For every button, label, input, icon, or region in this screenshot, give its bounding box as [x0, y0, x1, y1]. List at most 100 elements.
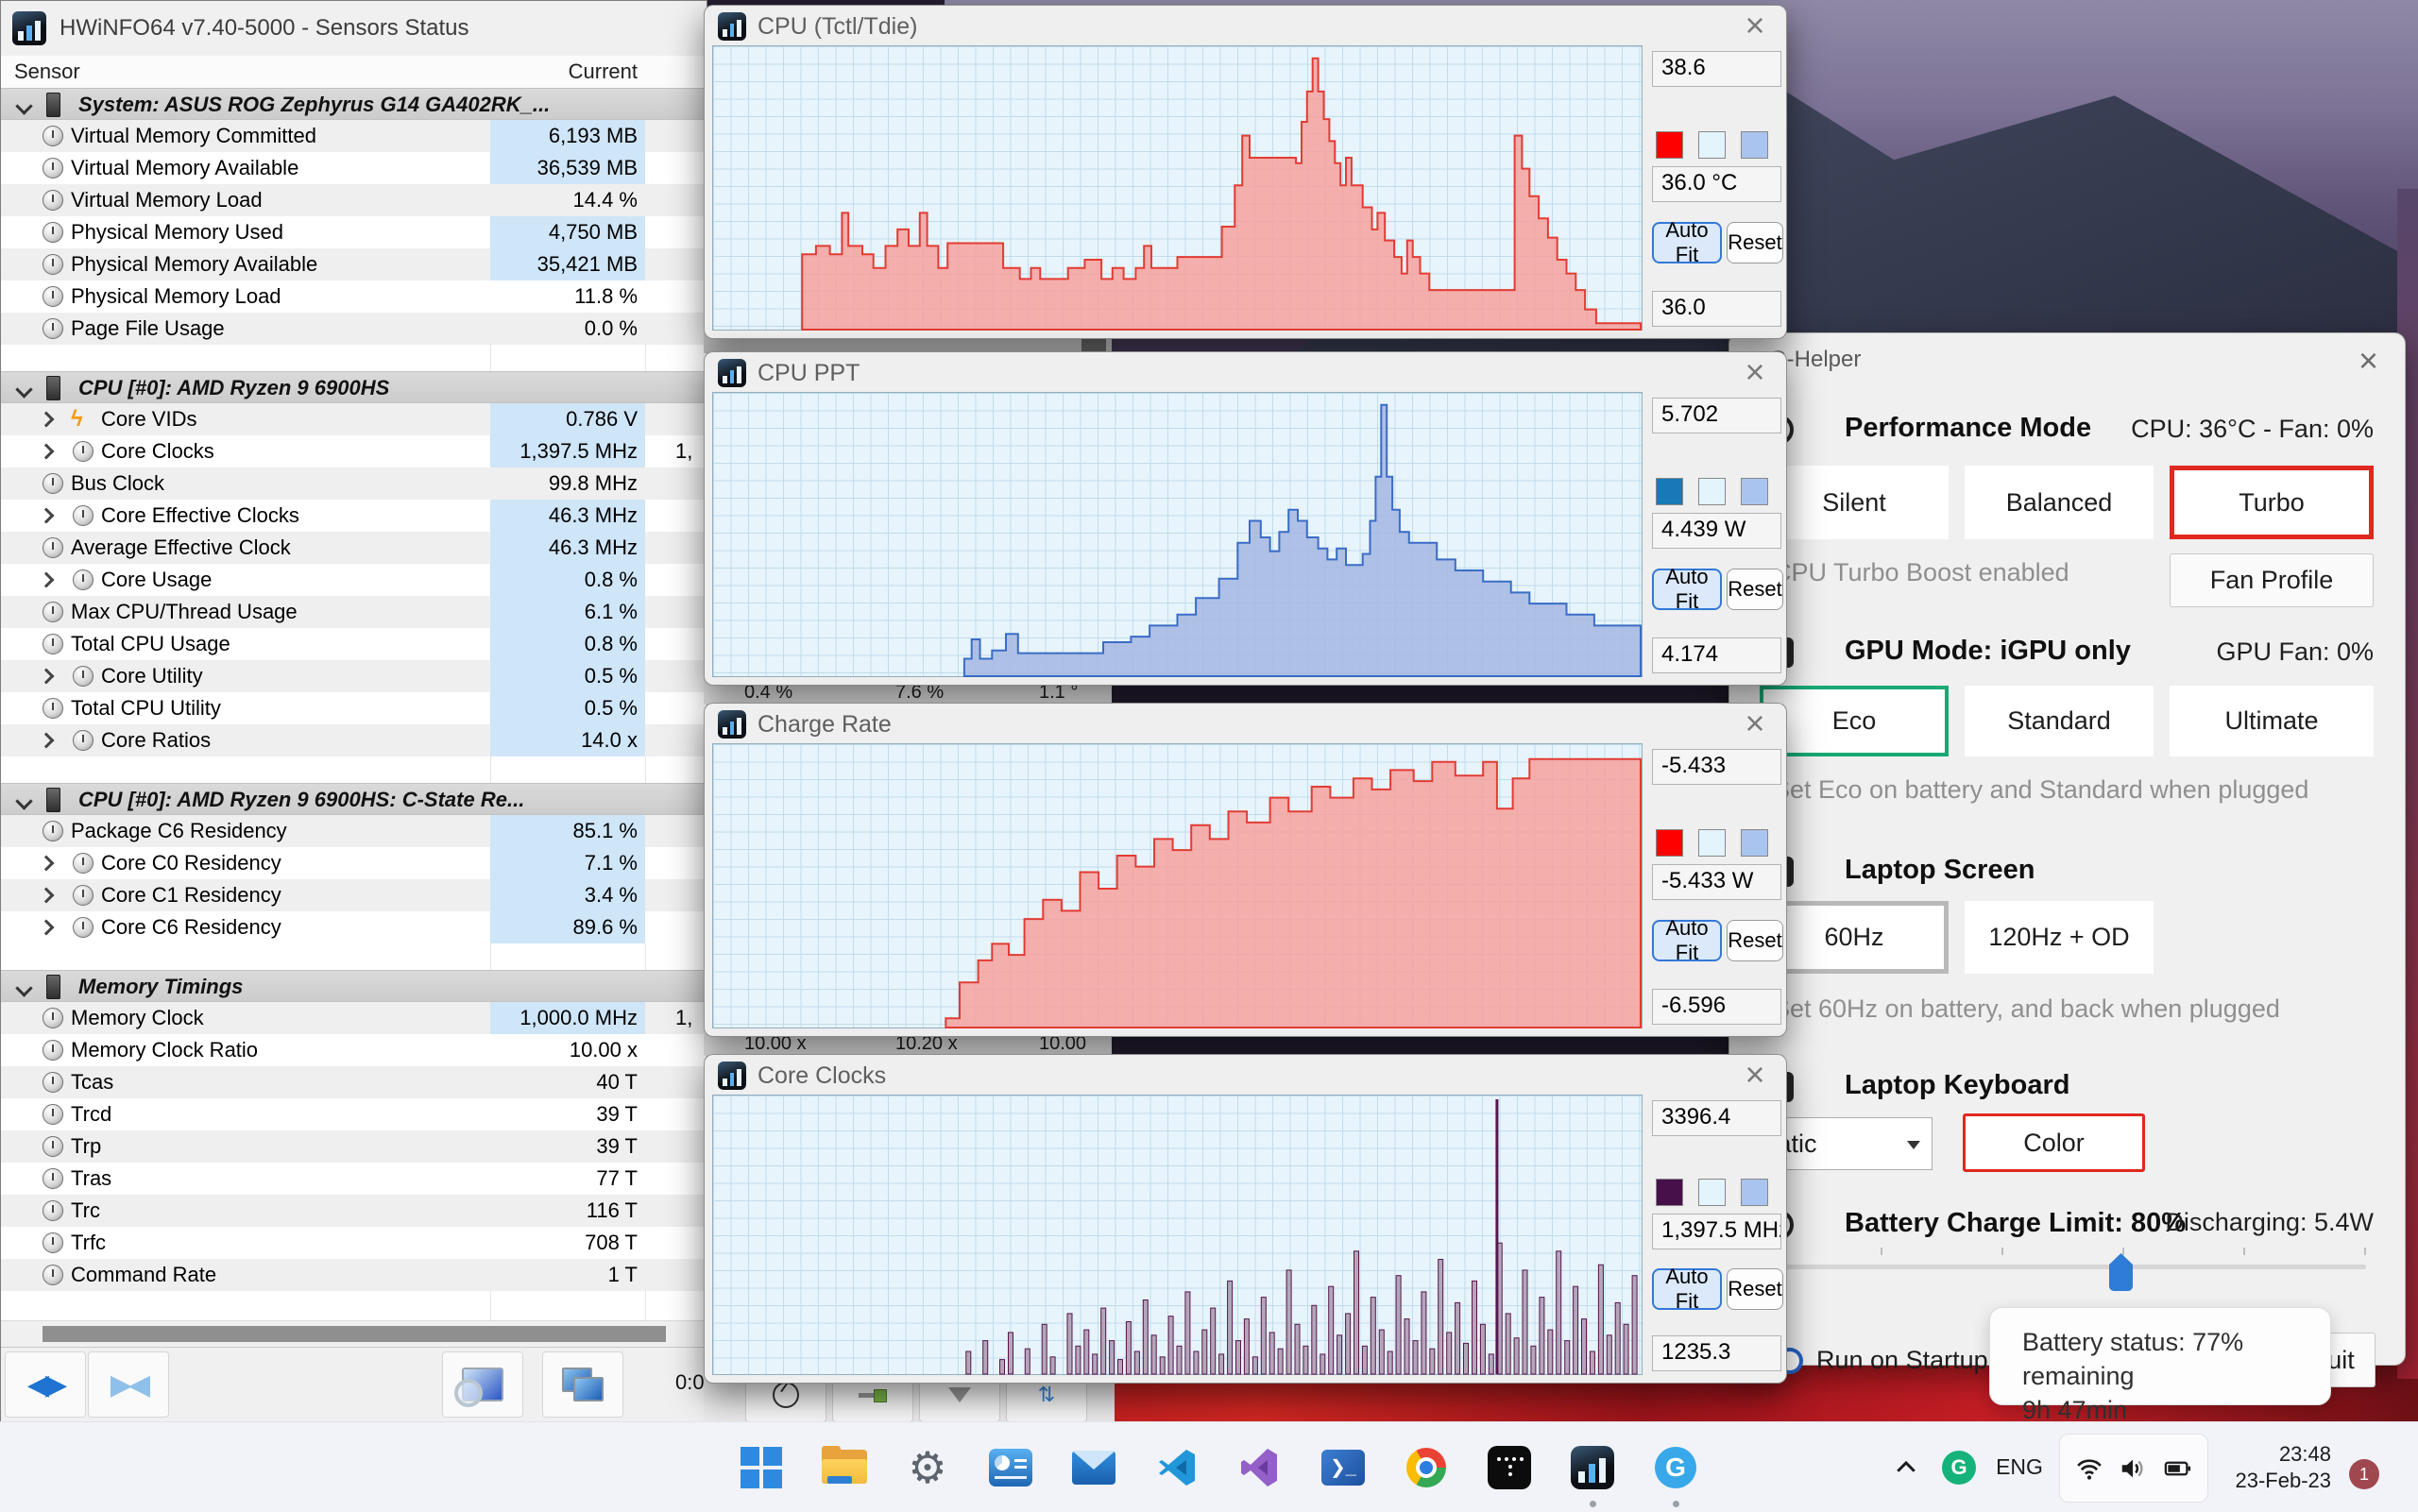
table-row[interactable]: Average Effective Clock 46.3 MHz [1, 532, 707, 564]
table-row[interactable]: Virtual Memory Committed 6,193 MB [1, 120, 707, 152]
battery-limit-slider[interactable] [1760, 1265, 2366, 1269]
table-row[interactable]: Command Rate 1 T [1, 1259, 707, 1291]
tray-chevron-up-icon[interactable] [1887, 1422, 1925, 1512]
chevron-right-icon[interactable] [38, 443, 55, 460]
sensor-group-header[interactable]: System: ASUS ROG Zephyrus G14 GA402RK_..… [1, 88, 707, 120]
graph-titlebar[interactable]: Charge Rate [718, 709, 892, 739]
taskbar-icon-black-dots-app[interactable] [1468, 1422, 1551, 1512]
grid-color-swatch[interactable] [1741, 131, 1768, 159]
table-row[interactable]: Trfc 708 T [1, 1227, 707, 1259]
notification-badge[interactable]: 1 [2349, 1459, 2379, 1489]
taskbar-icon-powershell[interactable]: ❯_ [1302, 1422, 1385, 1512]
screen-capture-button[interactable] [442, 1351, 523, 1418]
table-row[interactable]: Core Usage 0.8 % [1, 564, 707, 596]
graph-titlebar[interactable]: CPU PPT [718, 358, 860, 388]
chevron-right-icon[interactable] [38, 668, 55, 685]
horizontal-scrollbar[interactable] [1, 1320, 707, 1348]
chevron-right-icon[interactable] [38, 732, 55, 749]
table-row[interactable]: Virtual Memory Available 36,539 MB [1, 152, 707, 184]
auto-fit-button[interactable]: Auto Fit [1652, 916, 1722, 964]
auto-fit-button[interactable]: Auto Fit [1652, 218, 1722, 266]
table-row[interactable]: Physical Memory Load 11.8 % [1, 280, 707, 313]
taskbar-icon-start[interactable] [720, 1422, 803, 1512]
grid-color-swatch[interactable] [1741, 478, 1768, 505]
table-row[interactable]: Virtual Memory Load 14.4 % [1, 184, 707, 216]
table-row[interactable]: Core Utility 0.5 % [1, 660, 707, 692]
taskbar-icon-settings[interactable]: ⚙ [886, 1422, 969, 1512]
table-row[interactable]: Trcd 39 T [1, 1098, 707, 1130]
table-row[interactable]: Physical Memory Used 4,750 MB [1, 216, 707, 248]
fan-profile-button[interactable]: Fan Profile [2170, 553, 2374, 607]
column-header-sensor[interactable]: Sensor [14, 59, 80, 84]
chevron-right-icon[interactable] [38, 507, 55, 524]
close-icon[interactable]: × [1737, 354, 1773, 390]
sensor-group-header[interactable]: CPU [#0]: AMD Ryzen 9 6900HS: C-State Re… [1, 783, 707, 815]
chevron-down-icon[interactable] [15, 979, 33, 997]
taskbar-icon-system-monitor[interactable] [969, 1422, 1052, 1512]
table-row[interactable]: Core Ratios 14.0 x [1, 724, 707, 756]
table-row[interactable]: Tcas 40 T [1, 1066, 707, 1098]
collapse-columns-button[interactable]: ▶◀ [88, 1351, 169, 1418]
remote-monitoring-button[interactable] [542, 1351, 623, 1418]
background-color-swatch[interactable] [1698, 131, 1726, 159]
table-row[interactable]: Total CPU Usage 0.8 % [1, 628, 707, 660]
reset-button[interactable]: Reset [1727, 920, 1783, 961]
chevron-right-icon[interactable] [38, 855, 55, 872]
reset-button[interactable]: Reset [1727, 569, 1783, 610]
hwinfo-titlebar[interactable]: HWiNFO64 v7.40-5000 - Sensors Status [1, 1, 707, 57]
language-indicator[interactable]: ENG [1991, 1422, 2048, 1512]
table-row[interactable]: ϟ Core VIDs 0.786 V [1, 403, 707, 435]
series-color-swatch[interactable] [1656, 478, 1683, 505]
sensor-group-header[interactable]: Memory Timings [1, 970, 707, 1002]
taskbar-icon-visual-studio[interactable] [1218, 1422, 1302, 1512]
mode-button-silent[interactable]: Silent [1760, 466, 1949, 539]
close-icon[interactable]: × [2358, 341, 2378, 381]
taskbar-icon-g-helper[interactable]: G [1634, 1422, 1717, 1512]
chevron-right-icon[interactable] [38, 887, 55, 904]
sensor-list[interactable]: System: ASUS ROG Zephyrus G14 GA402RK_..… [1, 88, 707, 1321]
table-row[interactable]: Max CPU/Thread Usage 6.1 % [1, 596, 707, 628]
mode-button-120hz-od[interactable]: 120Hz + OD [1965, 901, 2154, 974]
table-row[interactable]: Core C1 Residency 3.4 % [1, 879, 707, 911]
auto-fit-button[interactable]: Auto Fit [1652, 1265, 1722, 1313]
scrollbar-thumb[interactable] [43, 1326, 666, 1342]
reset-button[interactable]: Reset [1727, 222, 1783, 263]
mode-button-standard[interactable]: Standard [1965, 686, 2154, 756]
clock[interactable]: 23:48 23-Feb-23 [2220, 1422, 2331, 1512]
close-icon[interactable]: × [1737, 705, 1773, 741]
taskbar-icon-vscode[interactable] [1135, 1422, 1218, 1512]
chevron-down-icon[interactable] [15, 97, 33, 115]
close-icon[interactable]: × [1737, 8, 1773, 43]
table-row[interactable]: Core Clocks 1,397.5 MHz 1, [1, 435, 707, 467]
taskbar-icon-chrome[interactable] [1385, 1422, 1468, 1512]
table-row[interactable]: Core C6 Residency 89.6 % [1, 911, 707, 943]
series-color-swatch[interactable] [1656, 829, 1683, 857]
graph-titlebar[interactable]: Core Clocks [718, 1061, 886, 1091]
grammarly-tray-icon[interactable]: G [1933, 1422, 1985, 1512]
reset-button[interactable]: Reset [1727, 1268, 1783, 1310]
taskbar-icon-hwinfo64[interactable] [1551, 1422, 1634, 1512]
table-row[interactable]: Page File Usage 0.0 % [1, 313, 707, 345]
chevron-down-icon[interactable] [15, 792, 33, 810]
mode-button-eco[interactable]: Eco [1760, 686, 1949, 756]
background-color-swatch[interactable] [1698, 829, 1726, 857]
table-row[interactable]: Memory Clock Ratio 10.00 x [1, 1034, 707, 1066]
background-color-swatch[interactable] [1698, 478, 1726, 505]
close-icon[interactable]: × [1737, 1057, 1773, 1093]
table-row[interactable]: Trc 116 T [1, 1195, 707, 1227]
table-row[interactable]: Trp 39 T [1, 1130, 707, 1163]
table-row[interactable]: Physical Memory Available 35,421 MB [1, 248, 707, 280]
grid-color-swatch[interactable] [1741, 1179, 1768, 1206]
sensor-group-header[interactable]: CPU [#0]: AMD Ryzen 9 6900HS [1, 371, 707, 403]
keyboard-color-button[interactable]: Color [1963, 1113, 2145, 1172]
chevron-right-icon[interactable] [38, 411, 55, 428]
grid-color-swatch[interactable] [1741, 829, 1768, 857]
table-row[interactable]: Bus Clock 99.8 MHz [1, 467, 707, 500]
table-row[interactable]: Core Effective Clocks 46.3 MHz [1, 500, 707, 532]
chevron-right-icon[interactable] [38, 919, 55, 936]
table-row[interactable]: Memory Clock 1,000.0 MHz 1, [1, 1002, 707, 1034]
mode-button-balanced[interactable]: Balanced [1965, 466, 2154, 539]
mode-button-turbo[interactable]: Turbo [2170, 466, 2374, 539]
series-color-swatch[interactable] [1656, 1179, 1683, 1206]
table-row[interactable]: Core C0 Residency 7.1 % [1, 847, 707, 879]
